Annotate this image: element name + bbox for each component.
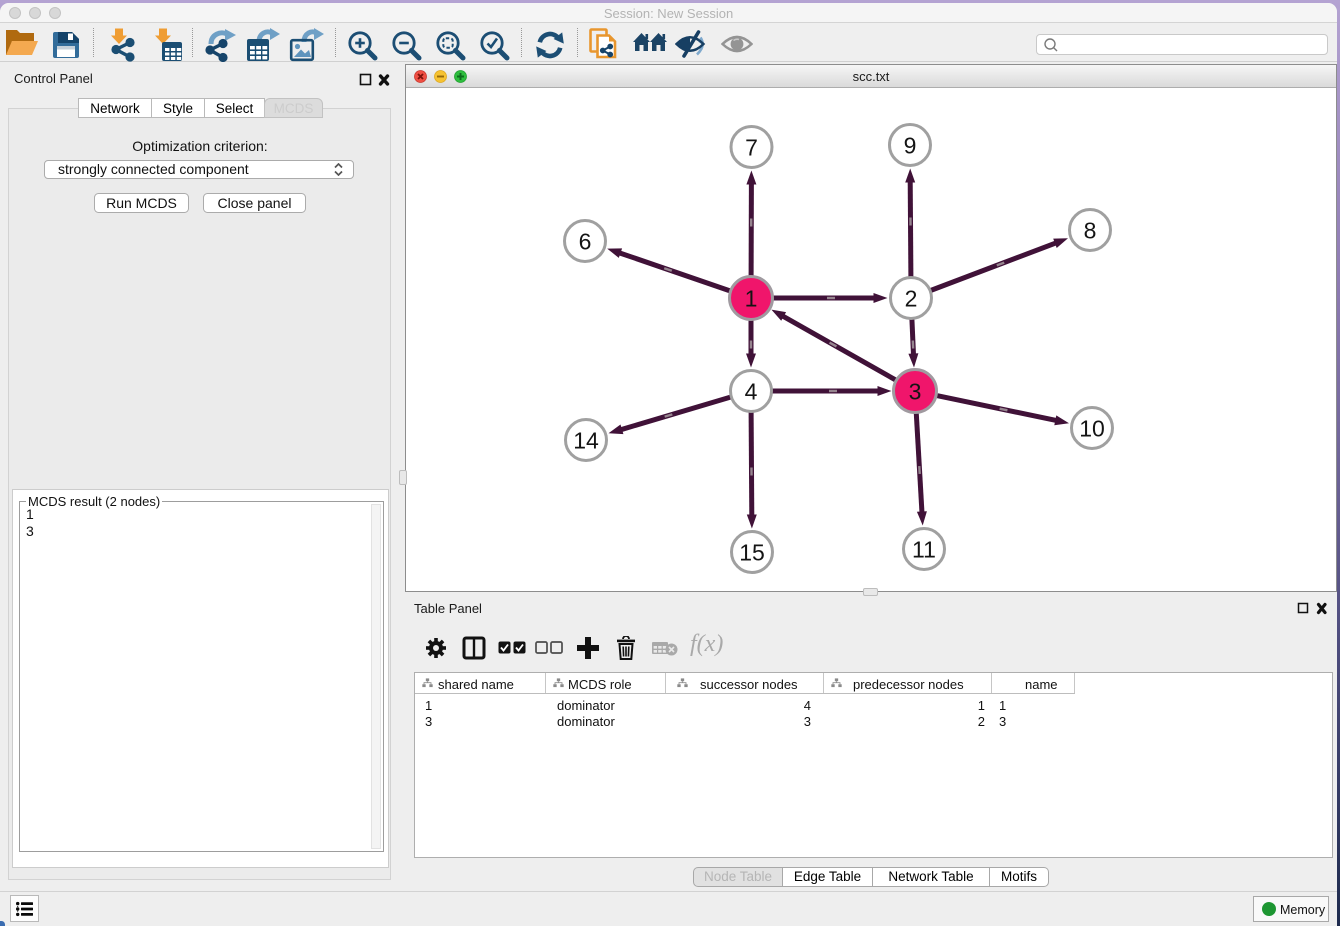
svg-text:1: 1 [745,286,758,312]
svg-text:10: 10 [1079,416,1105,442]
svg-text:8: 8 [1084,218,1097,244]
svg-text:15: 15 [739,540,765,566]
svg-text:4: 4 [745,379,758,405]
svg-text:11: 11 [912,537,936,563]
svg-text:3: 3 [909,379,922,405]
svg-text:7: 7 [745,135,758,161]
svg-text:9: 9 [904,133,917,159]
svg-text:14: 14 [573,428,599,454]
svg-text:2: 2 [905,286,918,312]
svg-text:6: 6 [579,229,592,255]
